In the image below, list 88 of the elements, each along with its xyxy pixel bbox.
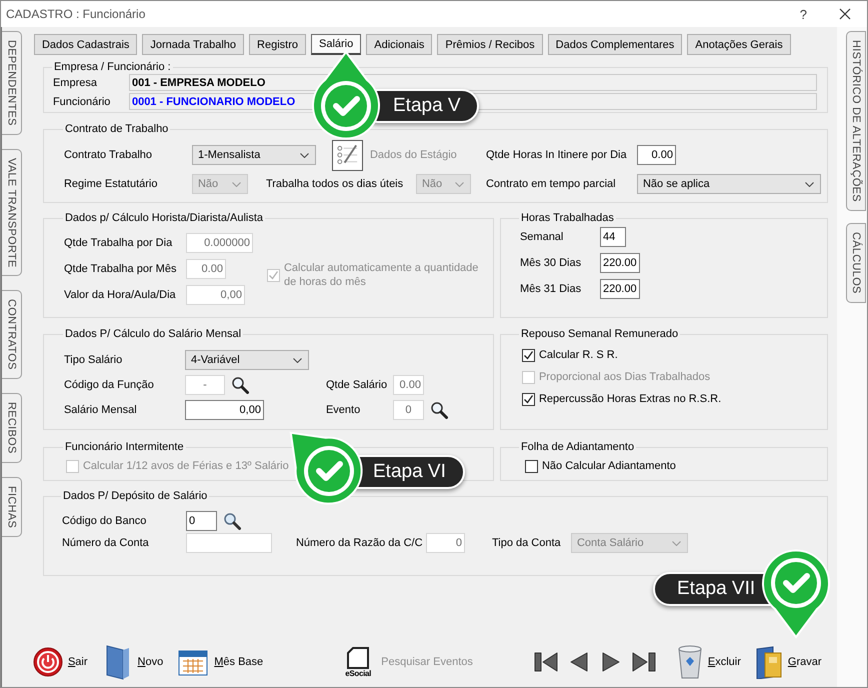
power-icon — [32, 647, 63, 677]
chevron-icon — [804, 182, 814, 186]
dropdown[interactable]: 1-Mensalista — [192, 145, 316, 165]
base-month-button[interactable]: Mês Base — [177, 647, 264, 677]
field-label: Trabalha todos os dias úteis — [266, 178, 404, 190]
checkbox-label: Calcular automaticamente a quantidade de horas do mês — [284, 261, 480, 289]
side-tab[interactable]: RECIBOS — [2, 393, 22, 463]
checkbox-label: Repercussão Horas Extras no R.S.R. — [538, 392, 722, 406]
tab[interactable]: Dados Cadastrais — [34, 34, 138, 55]
new-button[interactable]: Novo — [102, 644, 164, 680]
checkbox-label: Calcular 1/12 avos de Férias e 13º Salário — [82, 459, 289, 473]
section-title: Empresa / Funcionário : — [52, 61, 172, 73]
section-title: Dados p/ Cálculo Horista/Diarista/Aulista — [64, 212, 264, 224]
search-icon[interactable] — [430, 400, 448, 418]
field-label: Qtde Horas In Itinere por Dia — [486, 149, 628, 161]
section-title: Dados P/ Depósito de Salário — [62, 490, 208, 502]
field-label: Mês 31 Dias — [520, 283, 582, 295]
field-label: Funcionário — [52, 96, 112, 108]
tab[interactable]: Jornada Trabalho — [142, 34, 244, 55]
tab[interactable]: Registro — [249, 34, 306, 55]
side-tab[interactable]: DEPENDENTES — [2, 31, 22, 135]
checkbox-label: Não Calcular Adiantamento — [542, 459, 676, 473]
field-label: Regime Estatutário — [64, 178, 158, 190]
field-label: Salário Mensal — [64, 404, 138, 416]
side-tab[interactable]: HISTÓRICO DE ALTERAÇÕES — [846, 31, 866, 211]
text-field[interactable]: 0 — [186, 511, 217, 531]
field-label: Qtde Trabalha por Mês — [64, 263, 178, 275]
exit-button[interactable]: Sair — [32, 647, 88, 677]
field-label: Empresa — [52, 76, 98, 88]
section-title: Horas Trabalhadas — [520, 212, 615, 224]
field-label: Mês 30 Dias — [520, 257, 582, 269]
field-label: Semanal — [520, 231, 564, 243]
section-title: Repouso Semanal Remunerado — [520, 328, 680, 340]
checkbox-label: Calcular R. S R. — [538, 348, 618, 362]
field-label: Número da Razão da C/C — [296, 537, 424, 549]
window-title: CADASTRO : Funcionário — [6, 7, 146, 21]
text-field[interactable]: 44 — [600, 227, 626, 247]
checkbox[interactable] — [522, 348, 535, 362]
field-label: Evento — [326, 404, 362, 416]
search-icon[interactable] — [230, 376, 249, 394]
tab[interactable]: Adicionais — [366, 34, 432, 55]
read-only-field: 001 - EMPRESA MODELO — [128, 74, 817, 91]
field-label: Qtde Salário — [326, 378, 388, 390]
folder-icon — [754, 645, 783, 679]
tab[interactable]: Anotações Gerais — [687, 34, 791, 55]
field-label: Número da Conta — [62, 537, 150, 549]
side-tab[interactable]: CONTRATOS — [2, 290, 22, 380]
chevron-icon — [300, 152, 309, 158]
field-label: Contrato Trabalho — [64, 149, 154, 161]
chevron-icon — [232, 182, 241, 186]
delete-button[interactable]: Excluir — [676, 645, 741, 679]
section-title: Funcionário Intermitente — [64, 441, 185, 453]
field-label: Código da Função — [64, 378, 155, 390]
close-icon — [839, 8, 851, 20]
checkbox[interactable] — [524, 460, 538, 472]
text-field[interactable]: 220.00 — [600, 253, 640, 273]
chevron-icon — [454, 182, 464, 186]
save-button[interactable]: Gravar — [754, 645, 822, 679]
chevron-icon — [672, 540, 681, 546]
field-label: Tipo Salário — [64, 354, 124, 366]
search-icon[interactable] — [222, 512, 241, 530]
field-label: Contrato em tempo parcial — [486, 178, 617, 190]
text-field[interactable]: 0.00 — [636, 145, 676, 165]
section-title: Contrato de Trabalho — [64, 123, 170, 135]
dropdown[interactable]: 4-Variável — [184, 350, 309, 370]
side-tab[interactable]: FICHAS — [2, 476, 22, 537]
help-button[interactable]: ? — [800, 6, 807, 22]
field-label: Código do Banco — [62, 515, 148, 527]
trash-icon — [676, 645, 703, 679]
tab[interactable]: Dados Complementares — [548, 34, 682, 55]
text-field[interactable]: 0,00 — [184, 400, 264, 420]
side-tab[interactable]: CÁLCULOS — [846, 222, 866, 303]
dropdown[interactable]: Não se aplica — [636, 174, 821, 194]
field-label: Valor da Hora/Aula/Dia — [64, 289, 177, 301]
field-label: Tipo da Conta — [492, 537, 562, 549]
section-title: Folha de Adiantamento — [520, 441, 636, 453]
checkbox[interactable] — [522, 392, 535, 406]
field-label: Qtde Trabalha por Dia — [64, 237, 174, 249]
chevron-icon — [292, 358, 302, 362]
tab[interactable]: Salário — [310, 34, 362, 55]
field-label: Dados do Estágio — [370, 149, 458, 161]
checkbox-label: Proporcional aos Dias Trabalhados — [538, 370, 710, 384]
text-field[interactable]: 220.00 — [600, 279, 640, 299]
section-title: Dados P/ Cálculo do Salário Mensal — [64, 328, 242, 340]
side-tab[interactable]: VALE TRANSPORTE — [2, 148, 22, 276]
tab[interactable]: Prêmios / Recibos — [437, 34, 543, 55]
close-button[interactable] — [837, 6, 853, 22]
esocial-logo: eSocial — [341, 646, 376, 678]
